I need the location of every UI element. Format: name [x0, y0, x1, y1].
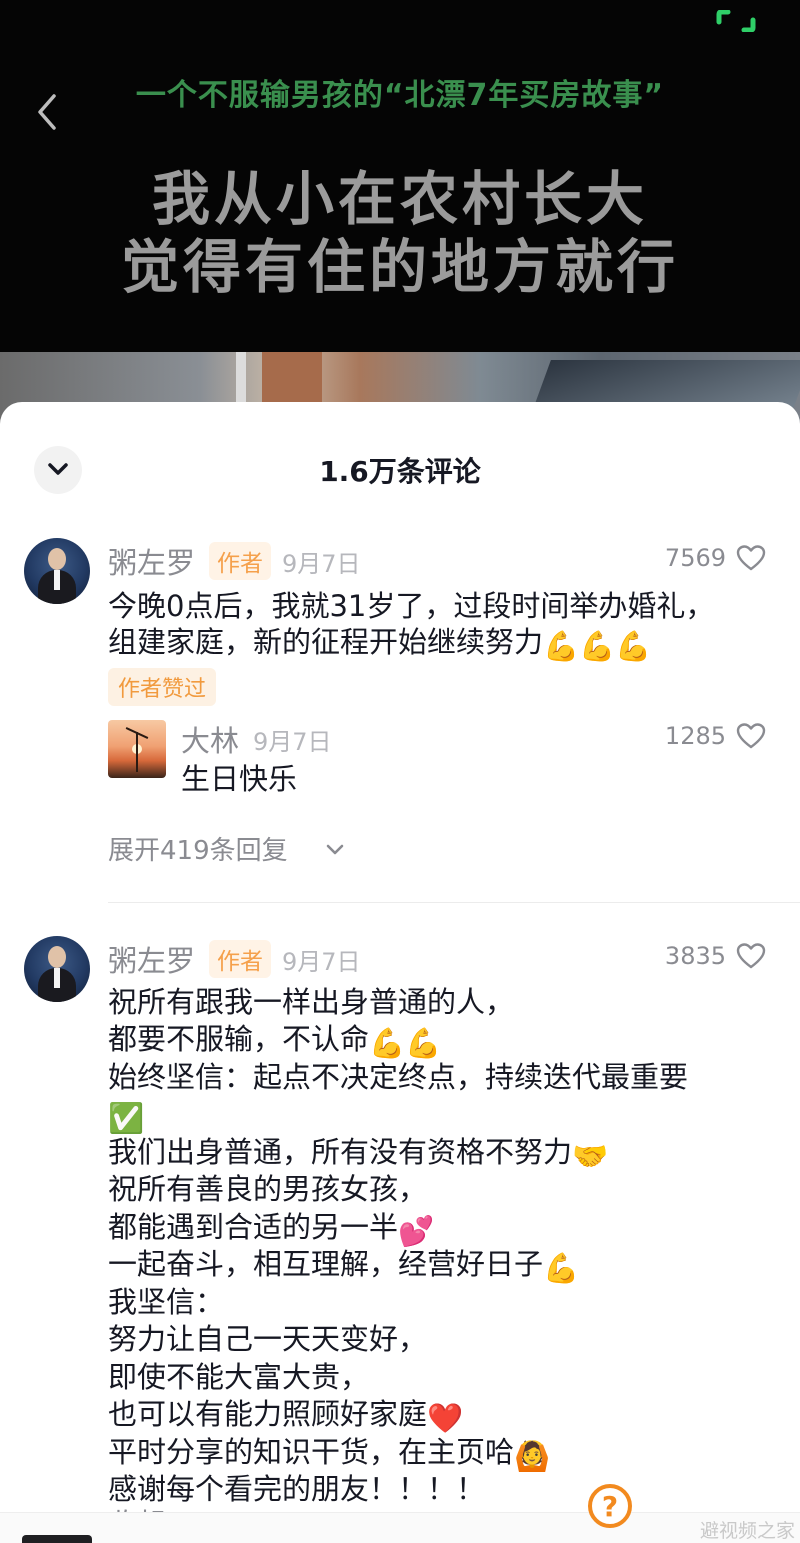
comment-text-line: 我们出身普通，所有没有资格不努力🤝 — [108, 1134, 608, 1176]
flexed-biceps-icon: 💪 — [543, 1251, 580, 1285]
watermark: 避视频之家 — [700, 1520, 796, 1542]
comment-sheet: 1.6万条评论 粥左罗 作者 9月7日 7569 今晚0点后，我就31岁了，过段… — [0, 402, 800, 1543]
comment-text-line: 祝所有跟我一样出身普通的人， — [108, 985, 515, 1019]
comment-text-line: 努力让自己一天天变好， — [108, 1322, 428, 1356]
bottom-input-bar[interactable] — [0, 1512, 800, 1543]
author-tag: 作者 — [209, 940, 271, 978]
comment-text-line: 我坚信： — [108, 1285, 225, 1319]
comment-author[interactable]: 粥左罗 — [108, 938, 195, 980]
avatar — [22, 1535, 92, 1543]
comment-date: 9月7日 — [282, 948, 361, 976]
comment-text-line: 祝所有善良的男孩女孩， — [108, 1172, 428, 1206]
like-count: 3835 — [664, 942, 726, 970]
fullscreen-icon[interactable] — [716, 9, 756, 33]
comment-text-line: 都要不服输，不认命💪💪 — [108, 1021, 441, 1063]
help-icon[interactable]: ? — [588, 1484, 632, 1528]
comment-text-line: 都能遇到合适的另一半💕 — [108, 1209, 434, 1251]
comment-text-line: 一起奋斗，相互理解，经营好日子💪 — [108, 1246, 579, 1288]
comment-text-line: 即使不能大富大贵， — [108, 1360, 370, 1394]
comment-item[interactable]: 粥左罗 作者 9月7日 3835 祝所有跟我一样出身普通的人， 都要不服输，不认… — [0, 402, 800, 1543]
comment-text-line: 平时分享的知识干货，在主页哈🙆 — [108, 1434, 550, 1476]
video-title-line2: 觉得有住的地方就行 — [120, 233, 679, 301]
comment-text-line: ✅ — [108, 1096, 144, 1138]
handshake-icon: 🤝 — [572, 1139, 609, 1173]
comment-text-line: 感谢每个看完的朋友！！！！ — [108, 1472, 486, 1506]
flexed-biceps-icon: 💪💪 — [369, 1026, 442, 1060]
avatar[interactable] — [24, 936, 90, 1002]
two-hearts-icon: 💕 — [398, 1214, 435, 1248]
video-subtitle: 一个不服输男孩的“北漂7年买房故事” — [135, 78, 665, 113]
red-heart-icon: ❤️ — [427, 1401, 464, 1435]
gesturing-ok-icon: 🙆 — [514, 1439, 551, 1473]
check-mark-icon: ✅ — [108, 1101, 145, 1135]
video-title-line1: 我从小在农村长大 — [151, 165, 648, 233]
heart-icon[interactable] — [736, 942, 766, 970]
comment-text-line: 也可以有能力照顾好家庭❤️ — [108, 1396, 463, 1438]
comment-text-line: 始终坚信：起点不决定终点，持续迭代最重要 — [108, 1060, 689, 1094]
video-player[interactable]: 一个不服输男孩的“北漂7年买房故事” 我从小在农村长大 觉得有住的地方就行 — [0, 0, 800, 430]
